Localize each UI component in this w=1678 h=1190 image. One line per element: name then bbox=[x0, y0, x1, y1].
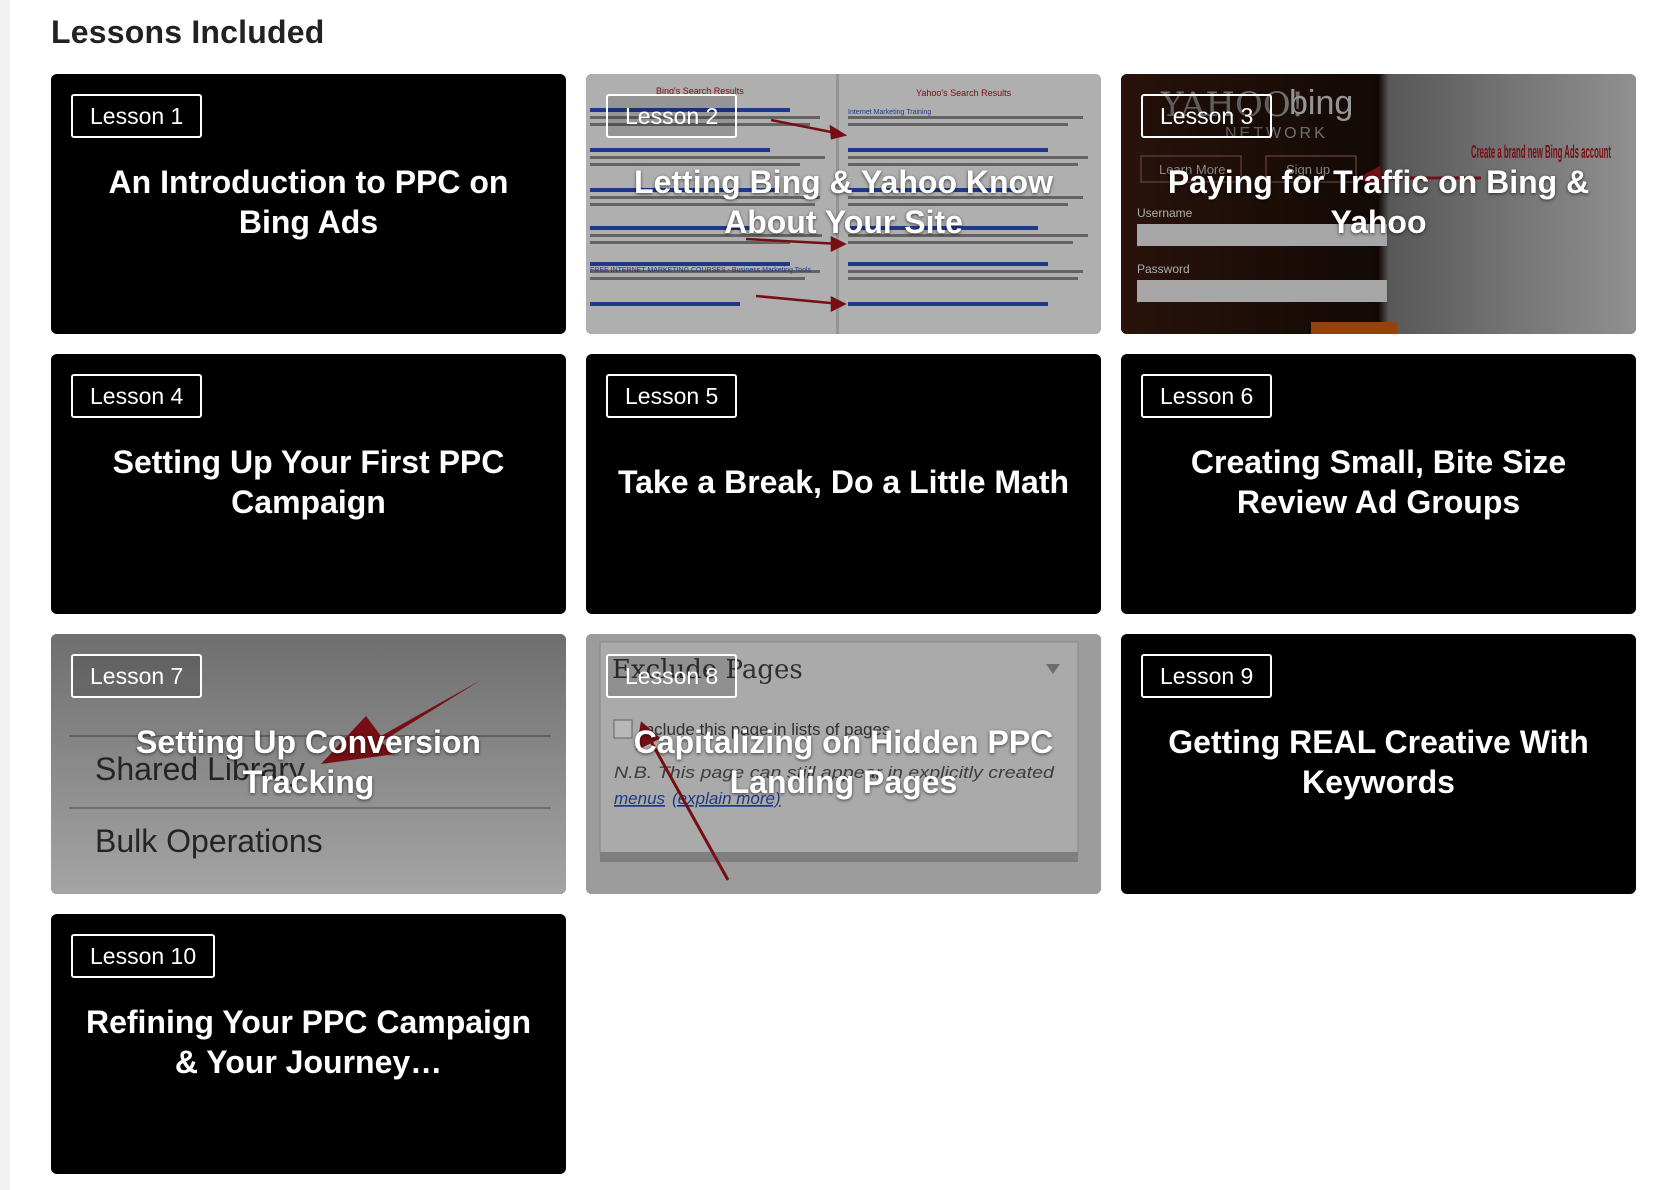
lesson-card-2[interactable]: Bing's Search Results Yahoo's Search Res… bbox=[586, 74, 1101, 334]
lesson-title: Paying for Traffic on Bing & Yahoo bbox=[1167, 164, 1590, 240]
lesson-badge: Lesson 4 bbox=[71, 374, 203, 418]
lesson-title: An Introduction to PPC on Bing Ads bbox=[108, 164, 509, 240]
lesson-title: Capitalizing on Hidden PPC Landing Pages bbox=[633, 724, 1054, 800]
lesson-title: Setting Up Conversion Tracking bbox=[136, 724, 481, 800]
lesson-title: Refining Your PPC Campaign & Your Journe… bbox=[85, 1004, 532, 1080]
lesson-card-10[interactable]: Lesson 10 Refining Your PPC Campaign & Y… bbox=[51, 914, 566, 1174]
lesson-card-7[interactable]: Shared Library Bulk Operations Lesson 7 … bbox=[51, 634, 566, 894]
lesson-card-8[interactable]: Exclude Pages Include this page in lists… bbox=[586, 634, 1101, 894]
lesson-badge: Lesson 3 bbox=[1141, 94, 1273, 138]
lesson-card-6[interactable]: Lesson 6 Creating Small, Bite Size Revie… bbox=[1121, 354, 1636, 614]
lesson-title: Creating Small, Bite Size Review Ad Grou… bbox=[1190, 444, 1567, 520]
lesson-badge: Lesson 1 bbox=[71, 94, 203, 138]
lesson-card-4[interactable]: Lesson 4 Setting Up Your First PPC Campa… bbox=[51, 354, 566, 614]
lesson-badge: Lesson 8 bbox=[606, 654, 738, 698]
lesson-title: Setting Up Your First PPC Campaign bbox=[112, 444, 505, 520]
lesson-badge: Lesson 7 bbox=[71, 654, 203, 698]
page-left-rule bbox=[0, 0, 10, 1190]
lesson-badge: Lesson 5 bbox=[606, 374, 738, 418]
lesson-card-5[interactable]: Lesson 5 Take a Break, Do a Little Math bbox=[586, 354, 1101, 614]
lesson-badge: Lesson 10 bbox=[71, 934, 216, 978]
lesson-title: Take a Break, Do a Little Math bbox=[617, 464, 1070, 500]
lesson-title: Getting REAL Creative With Keywords bbox=[1168, 724, 1589, 800]
lesson-badge: Lesson 6 bbox=[1141, 374, 1273, 418]
lesson-title: Letting Bing & Yahoo Know About Your Sit… bbox=[634, 164, 1053, 240]
lesson-card-1[interactable]: Lesson 1 An Introduction to PPC on Bing … bbox=[51, 74, 566, 334]
lesson-badge: Lesson 9 bbox=[1141, 654, 1273, 698]
lesson-card-9[interactable]: Lesson 9 Getting REAL Creative With Keyw… bbox=[1121, 634, 1636, 894]
lessons-grid: Lesson 1 An Introduction to PPC on Bing … bbox=[51, 74, 1636, 1174]
section-title: Lessons Included bbox=[51, 14, 325, 50]
lesson-card-3[interactable]: YAHOO! bing NETWORK Learn More Sign up U… bbox=[1121, 74, 1636, 334]
lesson-badge: Lesson 2 bbox=[606, 94, 738, 138]
